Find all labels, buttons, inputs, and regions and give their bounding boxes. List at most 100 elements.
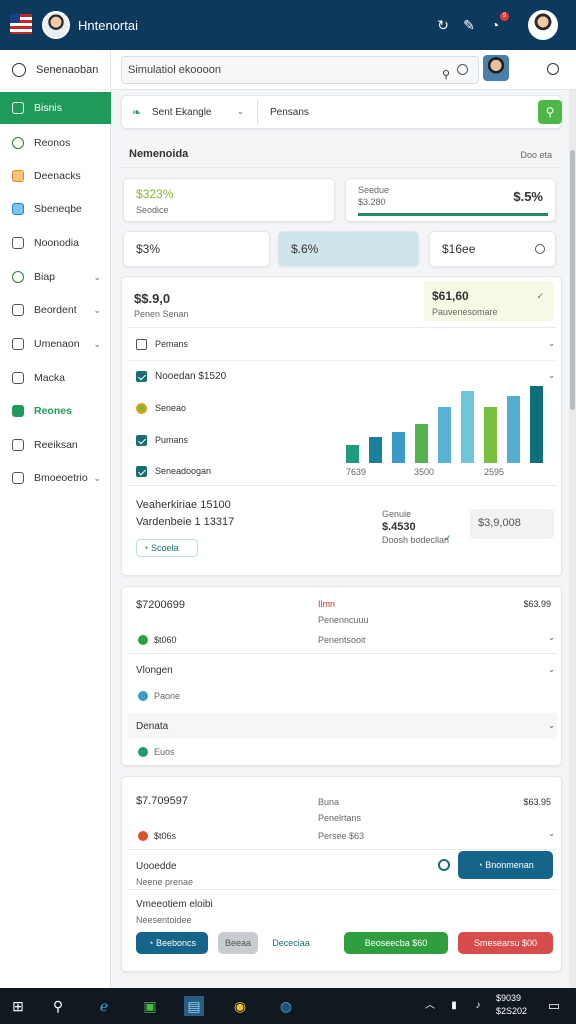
stat-card[interactable]: $16ee — [429, 231, 556, 267]
sidebar-item-reones[interactable]: Reones — [0, 395, 111, 427]
overview-panel: $$.9,0 Penen Senan $61,60 Pauvenesomare … — [121, 276, 562, 576]
chevron-down-icon: ⌄ — [93, 472, 101, 483]
active-app-icon[interactable]: ▤ — [184, 996, 204, 1016]
chevron-down-icon[interactable]: ⌄ — [548, 721, 555, 730]
mini-sub: Doosh bodecllan — [382, 535, 450, 545]
chip-button[interactable]: ◔ Scoela — [136, 539, 198, 557]
progress-track — [358, 213, 548, 216]
chrome-icon[interactable]: ◉ — [230, 996, 250, 1016]
user-avatar[interactable] — [528, 10, 558, 40]
chevron-up-icon[interactable]: ︿ — [420, 996, 440, 1016]
clock-date: $2S202 — [496, 1006, 528, 1016]
action-button[interactable]: ◔ Beeboncs — [136, 932, 208, 954]
search-input[interactable]: Simulatiol ekoooon ⚲ — [121, 56, 479, 84]
sidebar-item-sbeneqbe[interactable]: Sbeneqbe — [0, 193, 111, 225]
search-icon[interactable]: ⚲ — [442, 62, 450, 88]
flag-icon — [10, 14, 32, 34]
checkbox-checked[interactable] — [136, 435, 147, 446]
clock-icon — [12, 62, 26, 77]
cancel-button[interactable]: Smesearsu $00 — [458, 932, 553, 954]
filter-select[interactable]: Sent Ekangle — [152, 107, 212, 118]
panel-sub: Penen Senan — [134, 309, 189, 319]
chart-bar — [392, 432, 405, 463]
edge-icon[interactable]: ◍ — [276, 996, 296, 1016]
checkbox[interactable] — [136, 339, 147, 350]
windows-start-icon[interactable]: ⊞ — [8, 996, 28, 1016]
calendar-icon — [12, 405, 24, 417]
highlight-sub: Pauvenesomare — [432, 307, 498, 317]
volume-icon[interactable]: ♪ — [468, 996, 488, 1016]
sidebar-item-label: Reones — [34, 405, 72, 417]
sidebar-item-biap[interactable]: Biap ⌄ — [0, 261, 111, 293]
scrollbar-thumb[interactable] — [570, 150, 575, 410]
divider — [128, 889, 557, 890]
sliders-icon — [12, 102, 24, 114]
checkbox-checked[interactable] — [136, 466, 147, 477]
sidebar-item-umenaon[interactable]: Umenaon ⌄ — [0, 328, 111, 360]
group-sub: Neene prenae — [136, 877, 194, 887]
settings-icon[interactable] — [457, 64, 468, 75]
menu-icon[interactable] — [547, 63, 559, 75]
card-sub: $t060 — [154, 635, 177, 645]
chevron-down-icon[interactable]: ⌄ — [548, 665, 555, 674]
stat-card-selected[interactable]: $.6% — [278, 231, 419, 267]
chevron-down-icon[interactable]: ⌄ — [237, 107, 244, 116]
x-tick-label: 2595 — [484, 467, 505, 477]
edit-icon[interactable]: ✎ — [460, 16, 478, 34]
stat-label: Seedue — [358, 185, 390, 195]
stat-value: $323% — [136, 187, 174, 201]
value-line: Vardenbeie 1 13317 — [136, 516, 235, 528]
sidebar-item-reonos[interactable]: Reonos — [0, 127, 111, 159]
row-label: Seneao — [155, 403, 187, 413]
chevron-down-icon[interactable]: ⌄ — [548, 371, 555, 380]
profile-picture[interactable] — [483, 55, 509, 81]
sidebar-item-beordent[interactable]: Beordent ⌄ — [0, 294, 111, 326]
card-label: Buna — [318, 797, 340, 807]
search-button[interactable]: ⚲ — [538, 100, 562, 124]
info-icon[interactable] — [535, 244, 545, 254]
confirm-button[interactable]: Beoseecba $60 — [344, 932, 448, 954]
card-sub2: Persee $63 — [318, 831, 365, 841]
sidebar-item-label: Deenacks — [34, 170, 81, 182]
card-sub2: Penentsooit — [318, 635, 366, 645]
avatar[interactable] — [42, 11, 70, 39]
app-icon[interactable]: ▣ — [140, 996, 160, 1016]
notification-badge: 9 — [500, 12, 509, 21]
chevron-down-icon[interactable]: ⌄ — [548, 829, 555, 838]
group-title: Denata — [136, 721, 169, 732]
primary-button[interactable]: ◔ Bnonmenan — [458, 851, 553, 879]
x-tick-label: 7639 — [346, 467, 367, 477]
checkbox-checked[interactable] — [136, 371, 147, 382]
section-link[interactable]: Doo eta — [520, 150, 552, 160]
stat-card[interactable]: $323% Seodice — [123, 178, 335, 222]
chevron-down-icon[interactable]: ⌄ — [548, 633, 555, 642]
highlight-box[interactable]: $61,60 Pauvenesomare ✓ — [424, 281, 554, 321]
group-row[interactable]: Denata ⌄ — [128, 713, 557, 739]
card-amount: $7.709597 — [136, 795, 188, 807]
sidebar-item-reeiksan[interactable]: Reeiksan — [0, 429, 111, 461]
taskbar: ⊞ ⚲ ℯ ▣ ▤ ◉ ◍ ︿ ▮ ♪ $9039 $2S202 ▭ — [0, 988, 576, 1024]
group-title: Vmeeotiem eloibi — [136, 899, 213, 910]
sidebar-item-bmoeoetrio[interactable]: Bmoeoetrio ⌄ — [0, 462, 111, 494]
filter-text: Pensans — [270, 107, 309, 118]
chevron-down-icon[interactable]: ⌄ — [548, 339, 555, 348]
sidebar-item-label: Umenaon — [34, 338, 80, 350]
sidebar-item-macka[interactable]: Macka — [0, 362, 111, 394]
sidebar-item-deenacks[interactable]: Deenacks — [0, 160, 111, 192]
secondary-button[interactable]: Beeaa — [218, 932, 258, 954]
scrollbar[interactable] — [569, 90, 576, 988]
sidebar-search[interactable]: Senenaoban — [0, 50, 111, 90]
browser-icon[interactable]: ℯ — [94, 996, 114, 1016]
search-icon[interactable]: ⚲ — [48, 996, 68, 1016]
link-button[interactable]: Dececiaa — [266, 932, 316, 954]
stat-card[interactable]: Seedue $3.280 $.5% — [345, 178, 556, 222]
row-label: Nooedan $1520 — [155, 371, 227, 382]
main-content: ❧ Sent Ekangle ⌄ Pensans ⚲ Nemenoida Doo… — [111, 90, 568, 988]
notifications-icon[interactable]: ▭ — [544, 996, 564, 1016]
sidebar-item-bisnis[interactable]: Bisnis — [0, 92, 111, 124]
stat-card[interactable]: $3% — [123, 231, 270, 267]
check-icon: ✓ — [444, 533, 452, 543]
refresh-icon[interactable]: ↻ — [434, 16, 452, 34]
sidebar-item-noonodia[interactable]: Noonodia — [0, 227, 111, 259]
chart-bar — [461, 391, 474, 463]
